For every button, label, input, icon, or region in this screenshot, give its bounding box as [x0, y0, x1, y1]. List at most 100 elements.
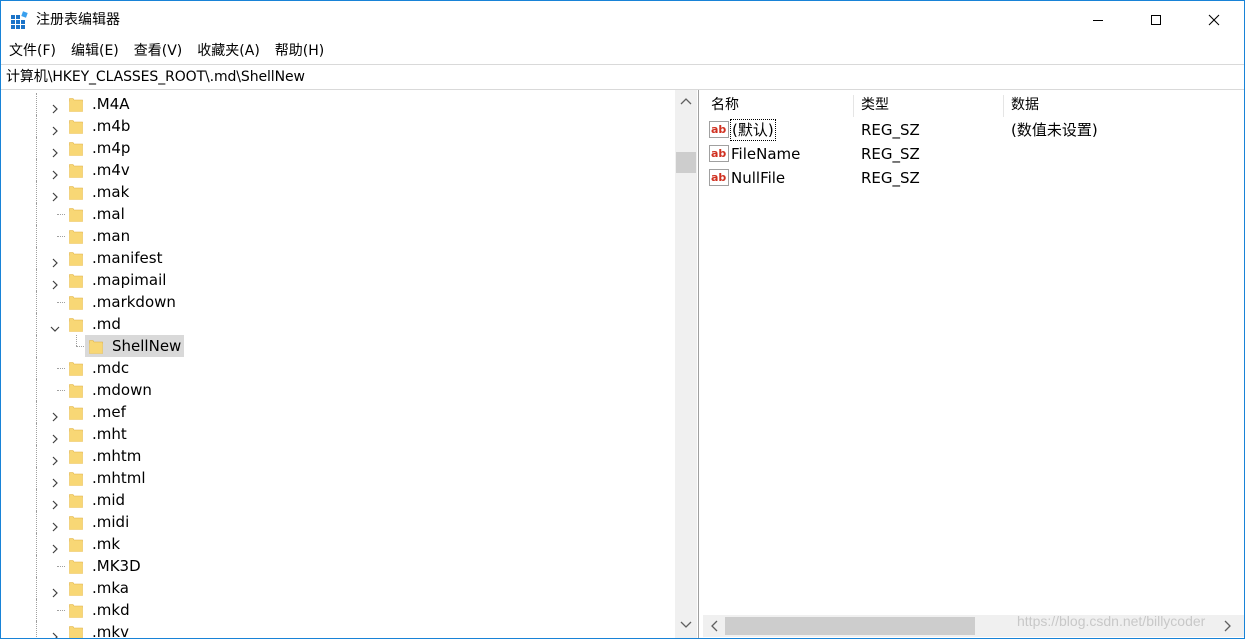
menu-edit[interactable]: 编辑(E) — [63, 39, 126, 63]
chevron-right-icon[interactable] — [50, 451, 60, 466]
tree-item-label[interactable]: .md — [92, 314, 121, 334]
tree-item-label[interactable]: .mka — [92, 578, 129, 598]
address-path[interactable]: 计算机\HKEY_CLASSES_ROOT\.md\ShellNew — [6, 68, 305, 86]
tree-item[interactable]: .m4p — [1, 137, 675, 159]
chevron-right-icon[interactable] — [50, 407, 60, 422]
chevron-right-icon[interactable] — [50, 583, 60, 598]
folder-icon — [69, 118, 83, 134]
tree-item-label[interactable]: .mdown — [92, 380, 152, 400]
menu-view[interactable]: 查看(V) — [126, 39, 190, 63]
tree-item-label[interactable]: .mdc — [92, 358, 129, 378]
tree-item[interactable]: .mkv — [1, 621, 675, 638]
tree-item-label[interactable]: .midi — [92, 512, 129, 532]
tree-item[interactable]: .md — [1, 313, 675, 335]
tree-item-label[interactable]: .m4p — [92, 138, 130, 158]
tree-item-label[interactable]: .MK3D — [92, 556, 141, 576]
folder-icon — [69, 250, 83, 266]
tree-item[interactable]: .midi — [1, 511, 675, 533]
chevron-right-icon[interactable] — [50, 121, 60, 136]
tree-item[interactable]: .mak — [1, 181, 675, 203]
value-name[interactable]: (默认) — [730, 119, 776, 141]
tree-item[interactable]: .mk — [1, 533, 675, 555]
chevron-down-icon[interactable] — [50, 319, 60, 332]
folder-icon — [69, 602, 83, 618]
tree-item[interactable]: .mht — [1, 423, 675, 445]
list-scroll-thumb[interactable] — [725, 617, 975, 635]
chevron-right-icon[interactable] — [50, 253, 60, 268]
chevron-right-icon[interactable] — [50, 495, 60, 510]
tree-item[interactable]: .mdown — [1, 379, 675, 401]
tree-item-label[interactable]: .mal — [92, 204, 125, 224]
chevron-right-icon[interactable] — [50, 187, 60, 202]
minimize-button[interactable] — [1069, 1, 1127, 39]
chevron-right-icon[interactable] — [50, 473, 60, 488]
tree-guide-line — [36, 93, 37, 115]
tree-item-label[interactable]: .man — [92, 226, 130, 246]
chevron-right-icon[interactable] — [50, 429, 60, 444]
tree-item-label[interactable]: ShellNew — [112, 336, 181, 356]
title-bar[interactable]: 注册表编辑器 — [1, 1, 1244, 39]
tree-item-label[interactable]: .mak — [92, 182, 129, 202]
close-button[interactable] — [1185, 1, 1243, 39]
address-bar[interactable]: 计算机\HKEY_CLASSES_ROOT\.md\ShellNew — [1, 64, 1244, 90]
scroll-down-icon[interactable] — [680, 620, 692, 630]
scroll-right-icon[interactable] — [1223, 620, 1233, 632]
tree-item[interactable]: .manifest — [1, 247, 675, 269]
chevron-right-icon[interactable] — [50, 99, 60, 114]
column-header-data[interactable]: 数据 — [1003, 93, 1243, 117]
tree-item-label[interactable]: .mht — [92, 424, 127, 444]
chevron-right-icon[interactable] — [50, 275, 60, 290]
tree-item[interactable]: .mapimail — [1, 269, 675, 291]
tree-item[interactable]: .mhtm — [1, 445, 675, 467]
value-row[interactable]: ab NullFile REG_SZ — [703, 166, 1244, 190]
tree-item[interactable]: .mkd — [1, 599, 675, 621]
tree-item-label[interactable]: .M4A — [92, 94, 130, 114]
tree-item[interactable]: ShellNew — [1, 335, 675, 357]
tree-guide-line — [57, 368, 65, 369]
value-name[interactable]: NullFile — [731, 168, 785, 188]
chevron-right-icon[interactable] — [50, 627, 60, 638]
tree-item[interactable]: .mef — [1, 401, 675, 423]
value-row[interactable]: ab FileName REG_SZ — [703, 142, 1244, 166]
chevron-right-icon[interactable] — [50, 143, 60, 158]
menu-help[interactable]: 帮助(H) — [267, 39, 331, 63]
column-header-name[interactable]: 名称 — [703, 93, 853, 117]
tree-vertical-scrollbar[interactable] — [675, 90, 697, 638]
scroll-left-icon[interactable] — [709, 620, 719, 632]
tree-item[interactable]: .mhtml — [1, 467, 675, 489]
menu-file[interactable]: 文件(F) — [1, 39, 63, 63]
value-name[interactable]: FileName — [731, 144, 800, 164]
tree-item-label[interactable]: .mhtm — [92, 446, 141, 466]
chevron-right-icon[interactable] — [50, 165, 60, 180]
tree-item[interactable]: .markdown — [1, 291, 675, 313]
tree-item-label[interactable]: .mapimail — [92, 270, 166, 290]
scroll-up-icon[interactable] — [680, 96, 692, 106]
tree-item-label[interactable]: .mkd — [92, 600, 130, 620]
chevron-right-icon[interactable] — [50, 539, 60, 554]
tree-item[interactable]: .mal — [1, 203, 675, 225]
tree-item-label[interactable]: .mef — [92, 402, 126, 422]
tree-scroll-thumb[interactable] — [676, 152, 696, 173]
tree-item[interactable]: .m4v — [1, 159, 675, 181]
tree-item-label[interactable]: .m4v — [92, 160, 130, 180]
tree-item-label[interactable]: .mid — [92, 490, 125, 510]
tree-item-label[interactable]: .mk — [92, 534, 120, 554]
tree-item-label[interactable]: .markdown — [92, 292, 176, 312]
window-title: 注册表编辑器 — [36, 12, 120, 28]
column-header-type[interactable]: 类型 — [853, 93, 1003, 117]
chevron-right-icon[interactable] — [50, 517, 60, 532]
maximize-button[interactable] — [1127, 1, 1185, 39]
tree-item[interactable]: .man — [1, 225, 675, 247]
tree-item[interactable]: .M4A — [1, 93, 675, 115]
tree-item-label[interactable]: .mkv — [92, 622, 129, 638]
tree-item[interactable]: .MK3D — [1, 555, 675, 577]
tree-item-label[interactable]: .mhtml — [92, 468, 146, 488]
tree-item-label[interactable]: .m4b — [92, 116, 130, 136]
tree-item-label[interactable]: .manifest — [92, 248, 162, 268]
tree-item[interactable]: .mdc — [1, 357, 675, 379]
value-row[interactable]: ab (默认) REG_SZ (数值未设置) — [703, 118, 1244, 142]
tree-item[interactable]: .mka — [1, 577, 675, 599]
tree-item[interactable]: .mid — [1, 489, 675, 511]
menu-favorites[interactable]: 收藏夹(A) — [189, 39, 267, 63]
tree-item[interactable]: .m4b — [1, 115, 675, 137]
